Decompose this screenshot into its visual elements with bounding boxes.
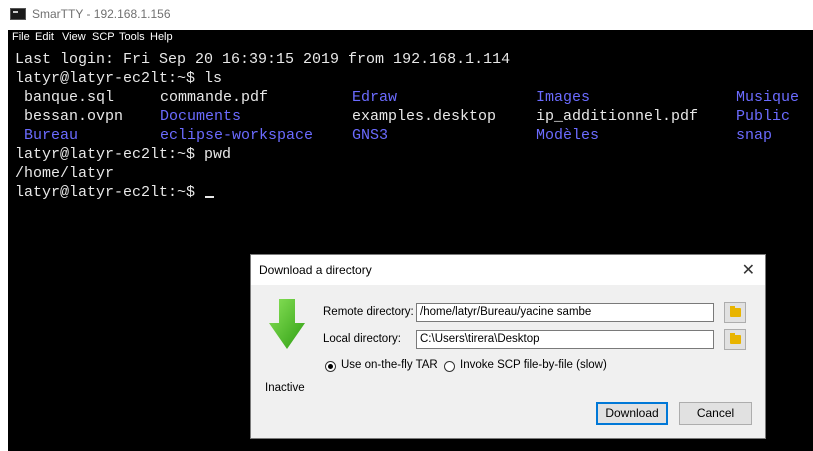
dialog-titlebar: Download a directory ✕ [251, 255, 765, 285]
option-use-tar-label[interactable]: Use on-the-fly TAR [341, 359, 438, 371]
current-prompt-text: latyr@latyr-ec2lt:~$ [15, 184, 205, 201]
transfer-status: Inactive [265, 382, 305, 394]
menu-view[interactable]: View [62, 31, 86, 43]
ls-entry: ip_additionnel.pdf [536, 108, 699, 125]
menu-help[interactable]: Help [150, 31, 173, 43]
terminal-line-pwd-output: /home/latyr [15, 165, 115, 182]
ls-entry: bessan.ovpn [24, 108, 124, 125]
ls-entry-directory: GNS3 [352, 127, 389, 144]
download-directory-dialog: Download a directory ✕ Inactive Remote d… [250, 254, 766, 439]
folder-icon [730, 306, 741, 317]
dialog-title: Download a directory [259, 263, 372, 277]
terminal-line-last-login: Last login: Fri Sep 20 16:39:15 2019 fro… [15, 51, 511, 68]
ls-entry: commande.pdf [160, 89, 269, 106]
terminal-line-prompt-ls: latyr@latyr-ec2lt:~$ ls [15, 70, 223, 87]
radio-use-tar[interactable] [325, 361, 336, 372]
menu-scp[interactable]: SCP [92, 31, 115, 43]
ls-entry-directory: eclipse-workspace [160, 127, 314, 144]
ls-entry-directory: Documents [160, 108, 242, 125]
ls-entry-directory: snap [736, 127, 773, 144]
terminal-line-current-prompt: latyr@latyr-ec2lt:~$ [15, 183, 215, 202]
download-button[interactable]: Download [596, 402, 668, 425]
ls-entry-directory: Musique [736, 89, 800, 106]
ls-entry: banque.sql [24, 89, 115, 106]
text-cursor [205, 196, 215, 198]
menu-edit[interactable]: Edit [35, 31, 54, 43]
folder-icon [730, 333, 741, 344]
ls-entry-directory: Bureau [24, 127, 79, 144]
ls-entry-directory: Images [536, 89, 591, 106]
browse-local-button[interactable] [724, 329, 746, 350]
remote-directory-field[interactable]: /home/latyr/Bureau/yacine sambe [416, 303, 714, 322]
terminal-app-icon [10, 8, 26, 20]
radio-invoke-scp[interactable] [444, 361, 455, 372]
ls-entry-directory: Modèles [536, 127, 600, 144]
ls-entry-directory: Public [736, 108, 791, 125]
ls-entry: examples.desktop [352, 108, 497, 125]
browse-remote-button[interactable] [724, 302, 746, 323]
menu-bar: File Edit View SCP Tools Help [8, 30, 813, 46]
window-titlebar: SmarTTY - 192.168.1.156 [0, 0, 813, 30]
menu-file[interactable]: File [12, 31, 30, 43]
menu-tools[interactable]: Tools [119, 31, 145, 43]
local-directory-label: Local directory: [323, 333, 401, 345]
remote-directory-label: Remote directory: [323, 306, 414, 318]
window-title: SmarTTY - 192.168.1.156 [32, 7, 171, 21]
option-invoke-scp-label[interactable]: Invoke SCP file-by-file (slow) [460, 359, 607, 371]
close-icon[interactable]: ✕ [742, 260, 755, 280]
download-arrow-icon [269, 299, 305, 349]
cancel-button[interactable]: Cancel [679, 402, 752, 425]
local-directory-field[interactable]: C:\Users\tirera\Desktop [416, 330, 714, 349]
terminal-line-prompt-pwd: latyr@latyr-ec2lt:~$ pwd [15, 146, 232, 163]
ls-entry-directory: Edraw [352, 89, 398, 106]
